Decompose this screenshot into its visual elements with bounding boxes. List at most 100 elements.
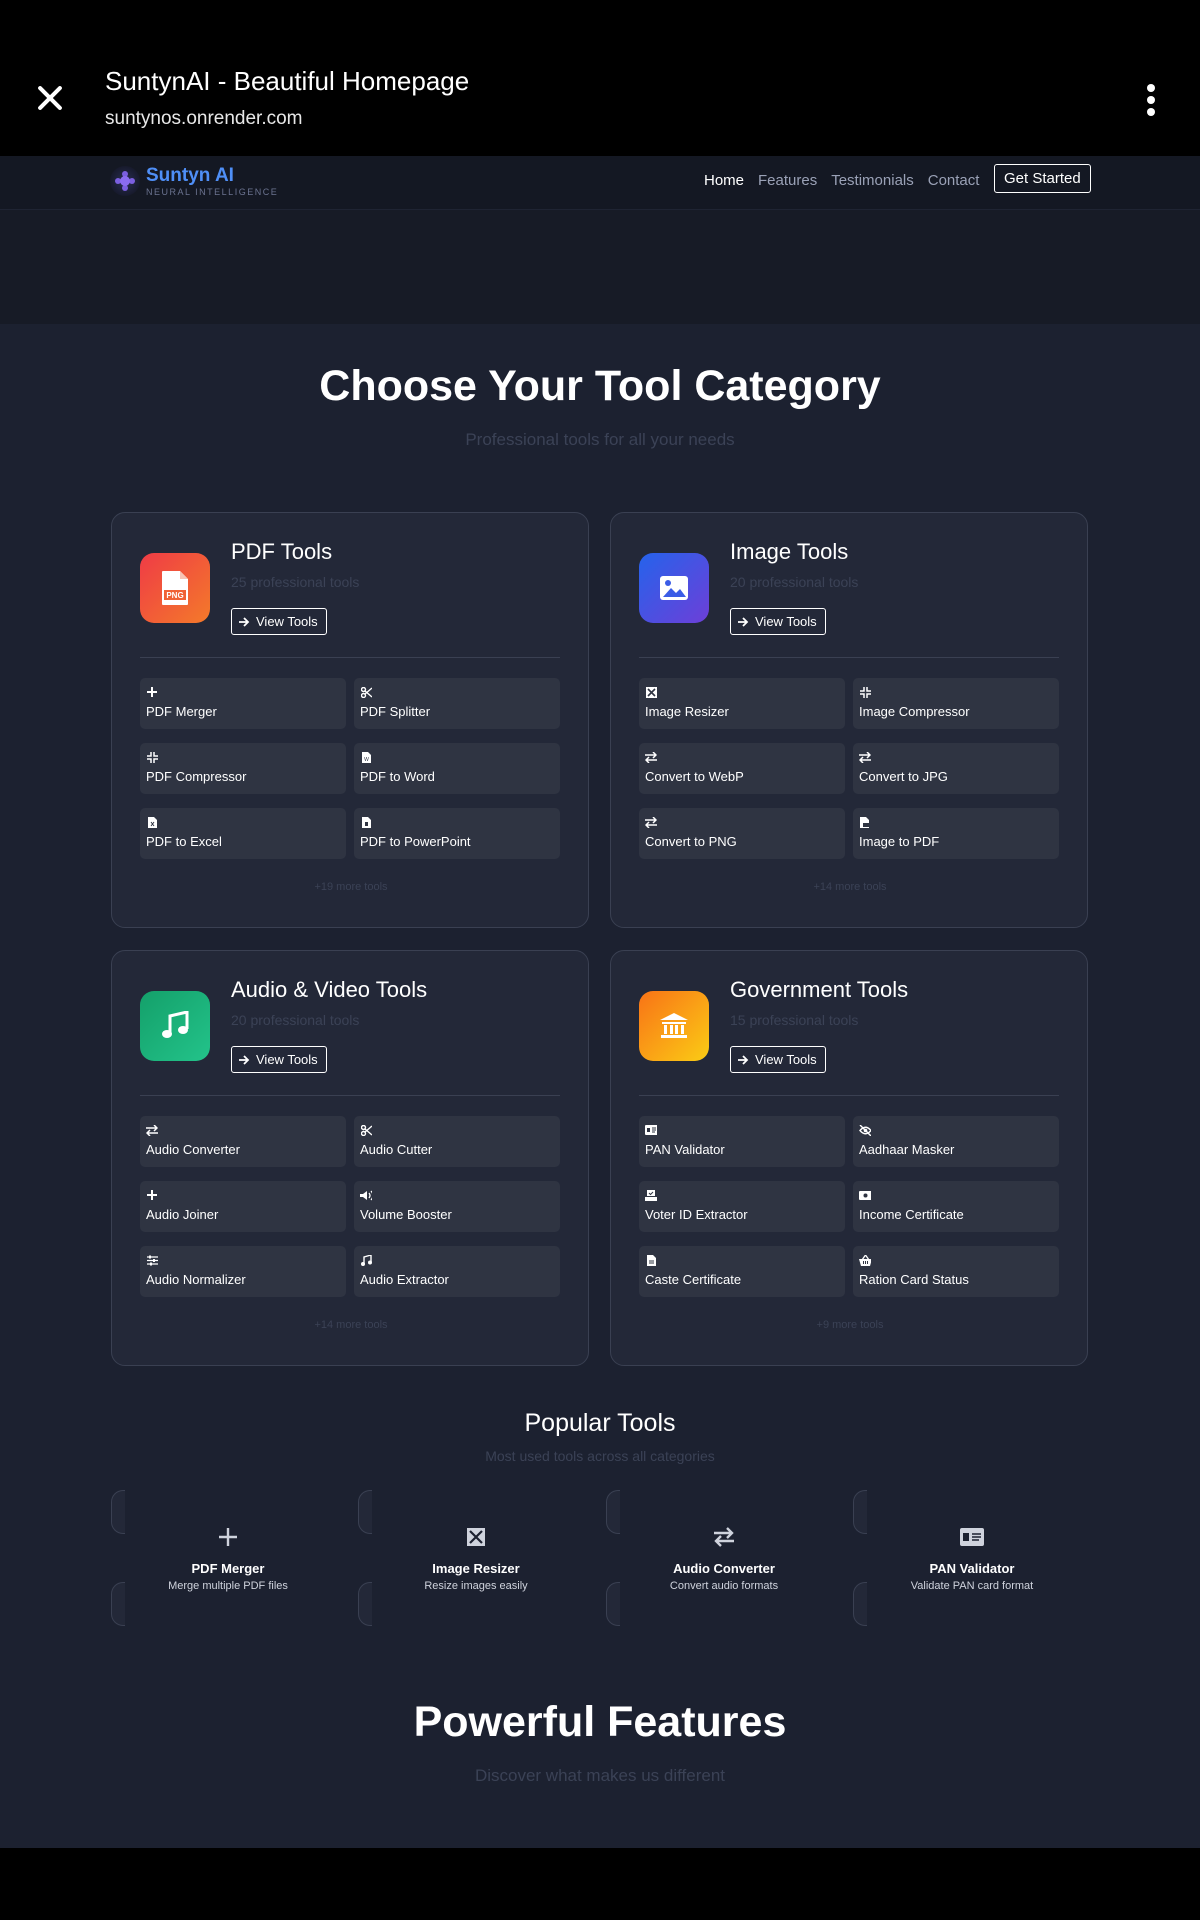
more-tools-label[interactable]: +19 more tools bbox=[112, 881, 590, 893]
exchange-icon bbox=[146, 1124, 158, 1136]
compress-icon bbox=[859, 686, 871, 698]
nav-link-contact[interactable]: Contact bbox=[928, 172, 980, 189]
music-note-icon bbox=[360, 1254, 372, 1266]
tool-name: Convert to JPG bbox=[859, 769, 948, 784]
tool-ration-card-status[interactable]: Ration Card Status bbox=[853, 1246, 1059, 1297]
tool-audio-joiner[interactable]: Audio Joiner bbox=[140, 1181, 346, 1232]
tool-name: PAN Validator bbox=[645, 1142, 725, 1157]
tool-audio-normalizer[interactable]: Audio Normalizer bbox=[140, 1246, 346, 1297]
tool-pan-validator[interactable]: PAN Validator bbox=[639, 1116, 845, 1167]
nav-link-testimonials[interactable]: Testimonials bbox=[831, 172, 914, 189]
excel-file-icon bbox=[146, 816, 158, 828]
popular-tool-name: Image Resizer bbox=[432, 1561, 520, 1576]
category-card-government: Government Tools 15 professional tools V… bbox=[610, 950, 1088, 1366]
music-note-icon bbox=[140, 991, 210, 1061]
tool-grid: Audio Converter Audio Cutter Audio Joine… bbox=[140, 1116, 560, 1297]
scissors-icon bbox=[360, 1124, 372, 1136]
page-url[interactable]: suntynos.onrender.com bbox=[105, 108, 303, 130]
plus-icon bbox=[146, 1189, 158, 1201]
tool-name: PDF Splitter bbox=[360, 704, 431, 719]
category-count: 15 professional tools bbox=[730, 1012, 859, 1028]
bank-icon bbox=[639, 991, 709, 1061]
view-tools-label: View Tools bbox=[755, 1052, 817, 1067]
category-count: 20 professional tools bbox=[231, 1012, 360, 1028]
arrow-right-icon bbox=[738, 616, 749, 627]
image-icon bbox=[639, 553, 709, 623]
tool-caste-certificate[interactable]: Caste Certificate bbox=[639, 1246, 845, 1297]
popular-tool-pan-validator[interactable]: PAN Validator Validate PAN card format bbox=[857, 1491, 1087, 1601]
tool-pdf-to-word[interactable]: W PDF to Word bbox=[354, 743, 560, 794]
more-tools-label[interactable]: +14 more tools bbox=[112, 1319, 590, 1331]
more-options-icon[interactable] bbox=[1140, 82, 1162, 118]
tool-pdf-to-powerpoint[interactable]: PDF to PowerPoint bbox=[354, 808, 560, 859]
view-tools-button[interactable]: View Tools bbox=[730, 1046, 826, 1073]
tool-audio-extractor[interactable]: Audio Extractor bbox=[354, 1246, 560, 1297]
popular-tool-name: PAN Validator bbox=[929, 1561, 1015, 1576]
tool-grid: Image Resizer Image Compressor Convert t… bbox=[639, 678, 1059, 859]
tool-name: PDF to Excel bbox=[146, 834, 222, 849]
view-tools-button[interactable]: View Tools bbox=[231, 608, 327, 635]
arrow-right-icon bbox=[738, 1054, 749, 1065]
money-icon bbox=[859, 1189, 871, 1201]
brand-name[interactable]: Suntyn AI bbox=[146, 165, 234, 187]
view-tools-label: View Tools bbox=[755, 614, 817, 629]
category-title: Audio & Video Tools bbox=[231, 977, 428, 1002]
popular-tool-audio-converter[interactable]: Audio Converter Convert audio formats bbox=[609, 1491, 839, 1601]
tool-name: PDF to PowerPoint bbox=[360, 834, 471, 849]
tool-grid: PAN Validator Aadhaar Masker Voter ID Ex… bbox=[639, 1116, 1059, 1297]
id-card-icon bbox=[857, 1527, 1087, 1547]
more-tools-label[interactable]: +9 more tools bbox=[611, 1319, 1089, 1331]
popular-tool-image-resizer[interactable]: Image Resizer Resize images easily bbox=[361, 1491, 591, 1601]
popular-tool-desc: Validate PAN card format bbox=[910, 1580, 1034, 1592]
plus-icon bbox=[146, 686, 158, 698]
nav-link-features[interactable]: Features bbox=[758, 172, 817, 189]
tool-name: Ration Card Status bbox=[859, 1272, 969, 1287]
tool-image-to-pdf[interactable]: Image to PDF bbox=[853, 808, 1059, 859]
popular-tool-pdf-merger[interactable]: PDF Merger Merge multiple PDF files bbox=[113, 1491, 343, 1601]
tool-image-resizer[interactable]: Image Resizer bbox=[639, 678, 845, 729]
tool-pdf-to-excel[interactable]: PDF to Excel bbox=[140, 808, 346, 859]
tool-audio-converter[interactable]: Audio Converter bbox=[140, 1116, 346, 1167]
view-tools-button[interactable]: View Tools bbox=[730, 608, 826, 635]
site-navbar: Suntyn AI NEURAL INTELLIGENCE Home Featu… bbox=[0, 156, 1200, 210]
tool-name: Audio Cutter bbox=[360, 1142, 433, 1157]
card-divider bbox=[140, 1095, 560, 1096]
tool-convert-to-jpg[interactable]: Convert to JPG bbox=[853, 743, 1059, 794]
tool-image-compressor[interactable]: Image Compressor bbox=[853, 678, 1059, 729]
volume-icon bbox=[360, 1189, 372, 1201]
get-started-button[interactable]: Get Started bbox=[994, 164, 1091, 193]
tool-volume-booster[interactable]: Volume Booster bbox=[354, 1181, 560, 1232]
nav-links: Home Features Testimonials Contact bbox=[704, 172, 993, 189]
tool-income-certificate[interactable]: Income Certificate bbox=[853, 1181, 1059, 1232]
category-count: 20 professional tools bbox=[730, 574, 859, 590]
tool-name: Caste Certificate bbox=[645, 1272, 742, 1287]
nav-link-home[interactable]: Home bbox=[704, 172, 744, 189]
tool-pdf-merger[interactable]: PDF Merger bbox=[140, 678, 346, 729]
tool-aadhaar-masker[interactable]: Aadhaar Masker bbox=[853, 1116, 1059, 1167]
brand-logo-icon[interactable] bbox=[110, 166, 140, 196]
scissors-icon bbox=[360, 686, 372, 698]
category-title: Government Tools bbox=[730, 977, 909, 1002]
view-tools-button[interactable]: View Tools bbox=[231, 1046, 327, 1073]
vote-icon bbox=[645, 1189, 657, 1201]
basket-icon bbox=[859, 1254, 871, 1266]
tool-convert-to-png[interactable]: Convert to PNG bbox=[639, 808, 845, 859]
popular-tool-desc: Resize images easily bbox=[424, 1580, 528, 1592]
features-title: Powerful Features bbox=[413, 1698, 787, 1746]
category-title: Image Tools bbox=[730, 539, 849, 564]
tool-audio-cutter[interactable]: Audio Cutter bbox=[354, 1116, 560, 1167]
popular-tool-name: Audio Converter bbox=[673, 1561, 775, 1576]
popular-title: Popular Tools bbox=[524, 1409, 676, 1437]
tool-pdf-splitter[interactable]: PDF Splitter bbox=[354, 678, 560, 729]
tool-name: Voter ID Extractor bbox=[645, 1207, 748, 1222]
more-tools-label[interactable]: +14 more tools bbox=[611, 881, 1089, 893]
close-icon[interactable] bbox=[30, 80, 70, 120]
categories-title: Choose Your Tool Category bbox=[319, 362, 881, 410]
tool-convert-to-webp[interactable]: Convert to WebP bbox=[639, 743, 845, 794]
hero-band bbox=[0, 210, 1200, 324]
tool-voter-id-extractor[interactable]: Voter ID Extractor bbox=[639, 1181, 845, 1232]
brand-tagline: NEURAL INTELLIGENCE bbox=[146, 187, 279, 197]
powerpoint-file-icon bbox=[360, 816, 372, 828]
popular-tool-desc: Convert audio formats bbox=[669, 1580, 779, 1592]
tool-pdf-compressor[interactable]: PDF Compressor bbox=[140, 743, 346, 794]
